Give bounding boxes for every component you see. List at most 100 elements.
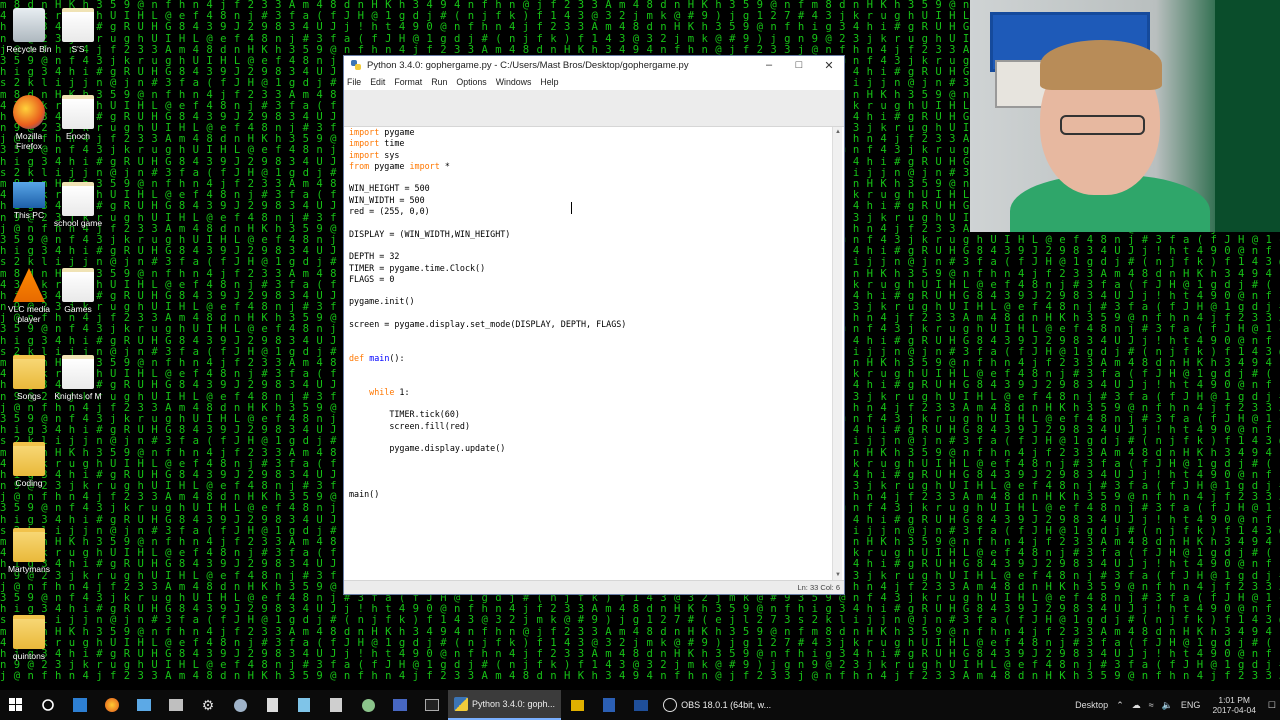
- scroll-down-arrow-icon[interactable]: ▼: [833, 570, 843, 580]
- code-line[interactable]: def main():: [349, 353, 833, 364]
- clock[interactable]: 1:01 PM 2017-04-04: [1212, 695, 1255, 715]
- window-titlebar[interactable]: Python 3.4.0: gophergame.py - C:/Users/M…: [344, 56, 844, 74]
- menu-edit[interactable]: Edit: [370, 77, 385, 87]
- code-line[interactable]: [349, 376, 833, 387]
- wifi-icon[interactable]: ≈: [1149, 700, 1154, 710]
- pinned-app-1[interactable]: [64, 690, 96, 720]
- menu-help[interactable]: Help: [540, 77, 558, 87]
- code-text[interactable]: import pygame import time import sys from p…: [345, 127, 833, 500]
- code-token: DISPLAY = (WIN_WIDTH,WIN_HEIGHT): [349, 228, 511, 239]
- code-line[interactable]: WIN_WIDTH = 500: [349, 195, 833, 206]
- code-token: TIMER.tick(60): [349, 409, 460, 420]
- menu-format[interactable]: Format: [394, 77, 422, 87]
- code-line[interactable]: main(): [349, 489, 833, 500]
- taskbar-app-screen[interactable]: [625, 690, 657, 720]
- minimize-button[interactable]: –: [754, 56, 784, 74]
- taskbar-obs-app[interactable]: OBS 18.0.1 (64bit, w...: [657, 690, 777, 720]
- code-line[interactable]: screen.fill(red): [349, 421, 833, 432]
- pinned-cmd[interactable]: [416, 690, 448, 720]
- desktop-icon[interactable]: S'S: [52, 8, 104, 54]
- code-token: pygame.display.update(): [349, 443, 506, 454]
- scroll-up-arrow-icon[interactable]: ▲: [833, 127, 843, 137]
- pinned-app-6[interactable]: [224, 690, 256, 720]
- menu-file[interactable]: File: [347, 77, 361, 87]
- code-token: TIMER = pygame.time.Clock(): [349, 262, 486, 273]
- code-line[interactable]: [349, 398, 833, 409]
- pinned-app-11[interactable]: [384, 690, 416, 720]
- desktop-icon[interactable]: Martymans: [3, 528, 55, 574]
- code-line[interactable]: [349, 217, 833, 228]
- desktop-icon[interactable]: school game: [52, 182, 104, 228]
- desktop-icon[interactable]: Games: [52, 268, 104, 314]
- code-line[interactable]: DEPTH = 32: [349, 251, 833, 262]
- code-line[interactable]: [349, 285, 833, 296]
- desktop-icon[interactable]: Coding: [3, 442, 55, 488]
- code-line[interactable]: [349, 477, 833, 488]
- taskbar-app-word[interactable]: [593, 690, 625, 720]
- desktop-icon[interactable]: VLC media player: [3, 268, 55, 324]
- desktop-icon-label: Songs: [16, 391, 42, 401]
- code-line[interactable]: TIMER = pygame.time.Clock(): [349, 263, 833, 274]
- notifications-icon[interactable]: ☐: [1268, 700, 1276, 711]
- code-line[interactable]: WIN_HEIGHT = 500: [349, 183, 833, 194]
- pinned-app-10[interactable]: [352, 690, 384, 720]
- code-line[interactable]: pygame.display.update(): [349, 443, 833, 454]
- desktop-toolbar-label[interactable]: Desktop: [1075, 700, 1108, 710]
- code-line[interactable]: [349, 330, 833, 341]
- desktop-icon[interactable]: quintons: [3, 615, 55, 661]
- code-token: screen.fill(red): [349, 420, 471, 431]
- code-token: time: [379, 138, 405, 149]
- menu-options[interactable]: Options: [456, 77, 486, 87]
- code-line[interactable]: from pygame import *: [349, 161, 833, 172]
- vertical-scrollbar[interactable]: ▲ ▼: [832, 127, 842, 580]
- pinned-settings[interactable]: ⚙: [192, 690, 224, 720]
- desktop-icon[interactable]: Knights of M: [52, 355, 104, 401]
- chevron-up-icon[interactable]: ⌃: [1116, 700, 1124, 711]
- code-line[interactable]: red = (255, 0,0): [349, 206, 833, 217]
- code-line[interactable]: [349, 308, 833, 319]
- code-line[interactable]: screen = pygame.display.set_mode(DISPLAY…: [349, 319, 833, 330]
- code-line[interactable]: FLAGS = 0: [349, 274, 833, 285]
- menu-windows[interactable]: Windows: [496, 77, 532, 87]
- close-button[interactable]: ✕: [814, 56, 844, 74]
- code-line[interactable]: [349, 432, 833, 443]
- language-indicator[interactable]: ENG: [1181, 700, 1201, 710]
- desktop-icon[interactable]: Recycle Bin: [3, 8, 55, 54]
- desktop-icon[interactable]: Songs: [3, 355, 55, 401]
- taskbar-app-video[interactable]: [561, 690, 593, 720]
- pinned-app-9[interactable]: [320, 690, 352, 720]
- recycle-bin-icon: [13, 8, 45, 42]
- code-line[interactable]: import time: [349, 138, 833, 149]
- code-token: screen = pygame.display.set_mode(DISPLAY…: [349, 319, 627, 330]
- code-line[interactable]: import pygame: [349, 127, 833, 138]
- desktop-icon[interactable]: Mozilla Firefox: [3, 95, 55, 151]
- code-line[interactable]: while 1:: [349, 387, 833, 398]
- code-line[interactable]: [349, 364, 833, 375]
- cloud-icon[interactable]: ☁: [1132, 700, 1141, 711]
- start-button[interactable]: [0, 690, 32, 720]
- pinned-calculator[interactable]: [256, 690, 288, 720]
- code-line[interactable]: import sys: [349, 150, 833, 161]
- webcam-door: [1215, 0, 1280, 232]
- code-line[interactable]: [349, 240, 833, 251]
- pinned-app-3[interactable]: [128, 690, 160, 720]
- maximize-button[interactable]: □: [784, 56, 814, 74]
- code-line[interactable]: [349, 172, 833, 183]
- code-line[interactable]: [349, 455, 833, 466]
- pinned-app-8[interactable]: [288, 690, 320, 720]
- pinned-app-4[interactable]: [160, 690, 192, 720]
- code-line[interactable]: DISPLAY = (WIN_WIDTH,WIN_HEIGHT): [349, 229, 833, 240]
- volume-icon[interactable]: 🔈: [1162, 700, 1173, 711]
- desktop-icon[interactable]: Enoch: [52, 95, 104, 141]
- code-line[interactable]: [349, 342, 833, 353]
- folder-icon: [62, 8, 94, 42]
- taskbar-python-app[interactable]: Python 3.4.0: goph...: [448, 690, 562, 720]
- search-button[interactable]: [32, 690, 64, 720]
- pinned-firefox[interactable]: [96, 690, 128, 720]
- code-line[interactable]: TIMER.tick(60): [349, 409, 833, 420]
- menu-run[interactable]: Run: [431, 77, 447, 87]
- code-editor[interactable]: import pygame import time import sys from p…: [345, 127, 833, 580]
- code-line[interactable]: [349, 466, 833, 477]
- desktop-icon[interactable]: This PC: [3, 182, 55, 220]
- code-line[interactable]: pygame.init(): [349, 296, 833, 307]
